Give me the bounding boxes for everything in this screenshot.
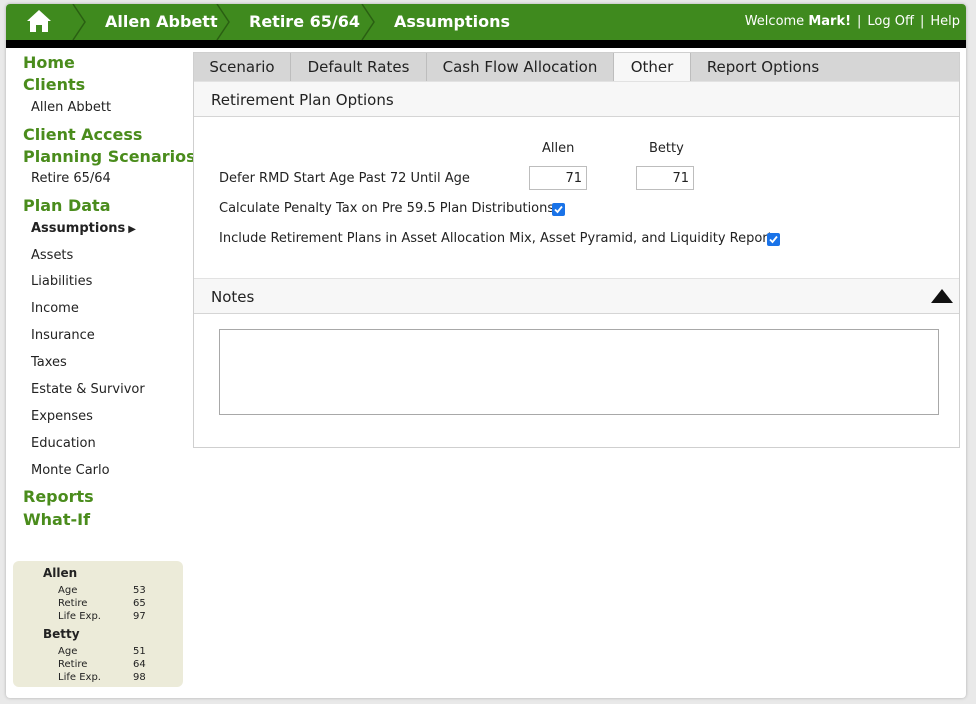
collapse-triangle-icon[interactable]	[931, 289, 953, 303]
tab-bar: Scenario Default Rates Cash Flow Allocat…	[194, 53, 959, 81]
summary-label: Retire	[58, 659, 88, 670]
penalty-tax-checkbox[interactable]	[552, 203, 565, 216]
user-menu: Welcome Mark! | Log Off | Help	[744, 14, 960, 29]
summary-label: Age	[58, 585, 78, 596]
breadcrumb-page: Assumptions	[394, 12, 510, 31]
tab-report-options[interactable]: Report Options	[691, 53, 835, 81]
summary-value: 51	[133, 646, 146, 657]
home-button[interactable]	[6, 4, 72, 40]
nav-plan-data[interactable]: Plan Data	[23, 196, 111, 215]
breadcrumb-client[interactable]: Allen Abbett	[105, 4, 218, 40]
nav-scenario-name[interactable]: Retire 65/64	[31, 171, 111, 186]
summary-value: 65	[133, 598, 146, 609]
tab-other[interactable]: Other	[614, 53, 691, 81]
app-frame: Allen Abbett Retire 65/64 Assumptions We…	[6, 4, 966, 698]
chevron-separator-icon	[216, 4, 230, 40]
rmd-age-label: Defer RMD Start Age Past 72 Until Age	[219, 171, 470, 186]
notes-textarea[interactable]	[219, 329, 939, 415]
summary-person-name: Allen	[43, 566, 78, 580]
penalty-tax-label: Calculate Penalty Tax on Pre 59.5 Plan D…	[219, 201, 555, 216]
summary-value: 97	[133, 611, 146, 622]
sidebar-item-expenses[interactable]: Expenses	[31, 409, 93, 424]
section-title: Retirement Plan Options	[211, 91, 394, 109]
sidebar-item-education[interactable]: Education	[31, 436, 96, 451]
top-bar-divider	[6, 40, 966, 48]
summary-person-name: Betty	[43, 627, 80, 641]
chevron-separator-icon	[361, 4, 375, 40]
rmd-age-allen-input[interactable]	[529, 166, 587, 190]
nav-client-name[interactable]: Allen Abbett	[31, 100, 111, 115]
include-plans-checkbox[interactable]	[767, 233, 780, 246]
summary-label: Retire	[58, 598, 88, 609]
welcome-text: Welcome	[744, 14, 805, 29]
sidebar-item-liabilities[interactable]: Liabilities	[31, 274, 92, 289]
column-header-allen: Allen	[542, 141, 575, 156]
top-bar: Allen Abbett Retire 65/64 Assumptions We…	[6, 4, 966, 40]
column-header-betty: Betty	[649, 141, 684, 156]
chevron-separator-icon	[72, 4, 86, 40]
tab-default-rates[interactable]: Default Rates	[291, 53, 427, 81]
summary-label: Life Exp.	[58, 611, 101, 622]
nav-clients[interactable]: Clients	[23, 75, 85, 94]
help-link[interactable]: Help	[930, 14, 960, 29]
nav-what-if[interactable]: What-If	[23, 510, 90, 529]
nav-planning-scenarios[interactable]: Planning Scenarios	[23, 147, 196, 166]
notes-section-header: Notes	[194, 278, 959, 314]
sidebar-nav: Home Clients Allen Abbett Client Access …	[6, 48, 196, 698]
summary-value: 64	[133, 659, 146, 670]
assumptions-panel: Scenario Default Rates Cash Flow Allocat…	[193, 52, 960, 448]
breadcrumb-scenario[interactable]: Retire 65/64	[249, 4, 360, 40]
home-icon	[27, 10, 51, 32]
sidebar-item-income[interactable]: Income	[31, 301, 79, 316]
include-plans-label: Include Retirement Plans in Asset Alloca…	[219, 231, 780, 246]
summary-label: Age	[58, 646, 78, 657]
retirement-section-header: Retirement Plan Options	[194, 81, 959, 117]
summary-value: 53	[133, 585, 146, 596]
nav-client-access[interactable]: Client Access	[23, 125, 142, 144]
logoff-link[interactable]: Log Off	[867, 14, 914, 29]
check-icon	[554, 205, 563, 214]
sidebar-item-estate-survivor[interactable]: Estate & Survivor	[31, 382, 145, 397]
sidebar-item-monte-carlo[interactable]: Monte Carlo	[31, 463, 110, 478]
section-title: Notes	[211, 288, 255, 306]
sidebar-item-assumptions[interactable]: Assumptions ▶	[31, 221, 136, 236]
client-summary-box: Allen Age 53 Retire 65 Life Exp. 97 Bett…	[13, 561, 183, 687]
check-icon	[769, 235, 778, 244]
tab-scenario[interactable]: Scenario	[194, 53, 291, 81]
sidebar-item-taxes[interactable]: Taxes	[31, 355, 67, 370]
summary-label: Life Exp.	[58, 672, 101, 683]
summary-value: 98	[133, 672, 146, 683]
caret-right-icon: ▶	[128, 224, 136, 235]
sidebar-item-insurance[interactable]: Insurance	[31, 328, 95, 343]
tab-cash-flow-allocation[interactable]: Cash Flow Allocation	[427, 53, 614, 81]
sidebar-item-label: Assumptions	[31, 221, 126, 236]
nav-reports[interactable]: Reports	[23, 487, 94, 506]
rmd-age-betty-input[interactable]	[636, 166, 694, 190]
sidebar-item-assets[interactable]: Assets	[31, 248, 73, 263]
user-name: Mark!	[808, 14, 852, 29]
nav-home[interactable]: Home	[23, 53, 75, 72]
